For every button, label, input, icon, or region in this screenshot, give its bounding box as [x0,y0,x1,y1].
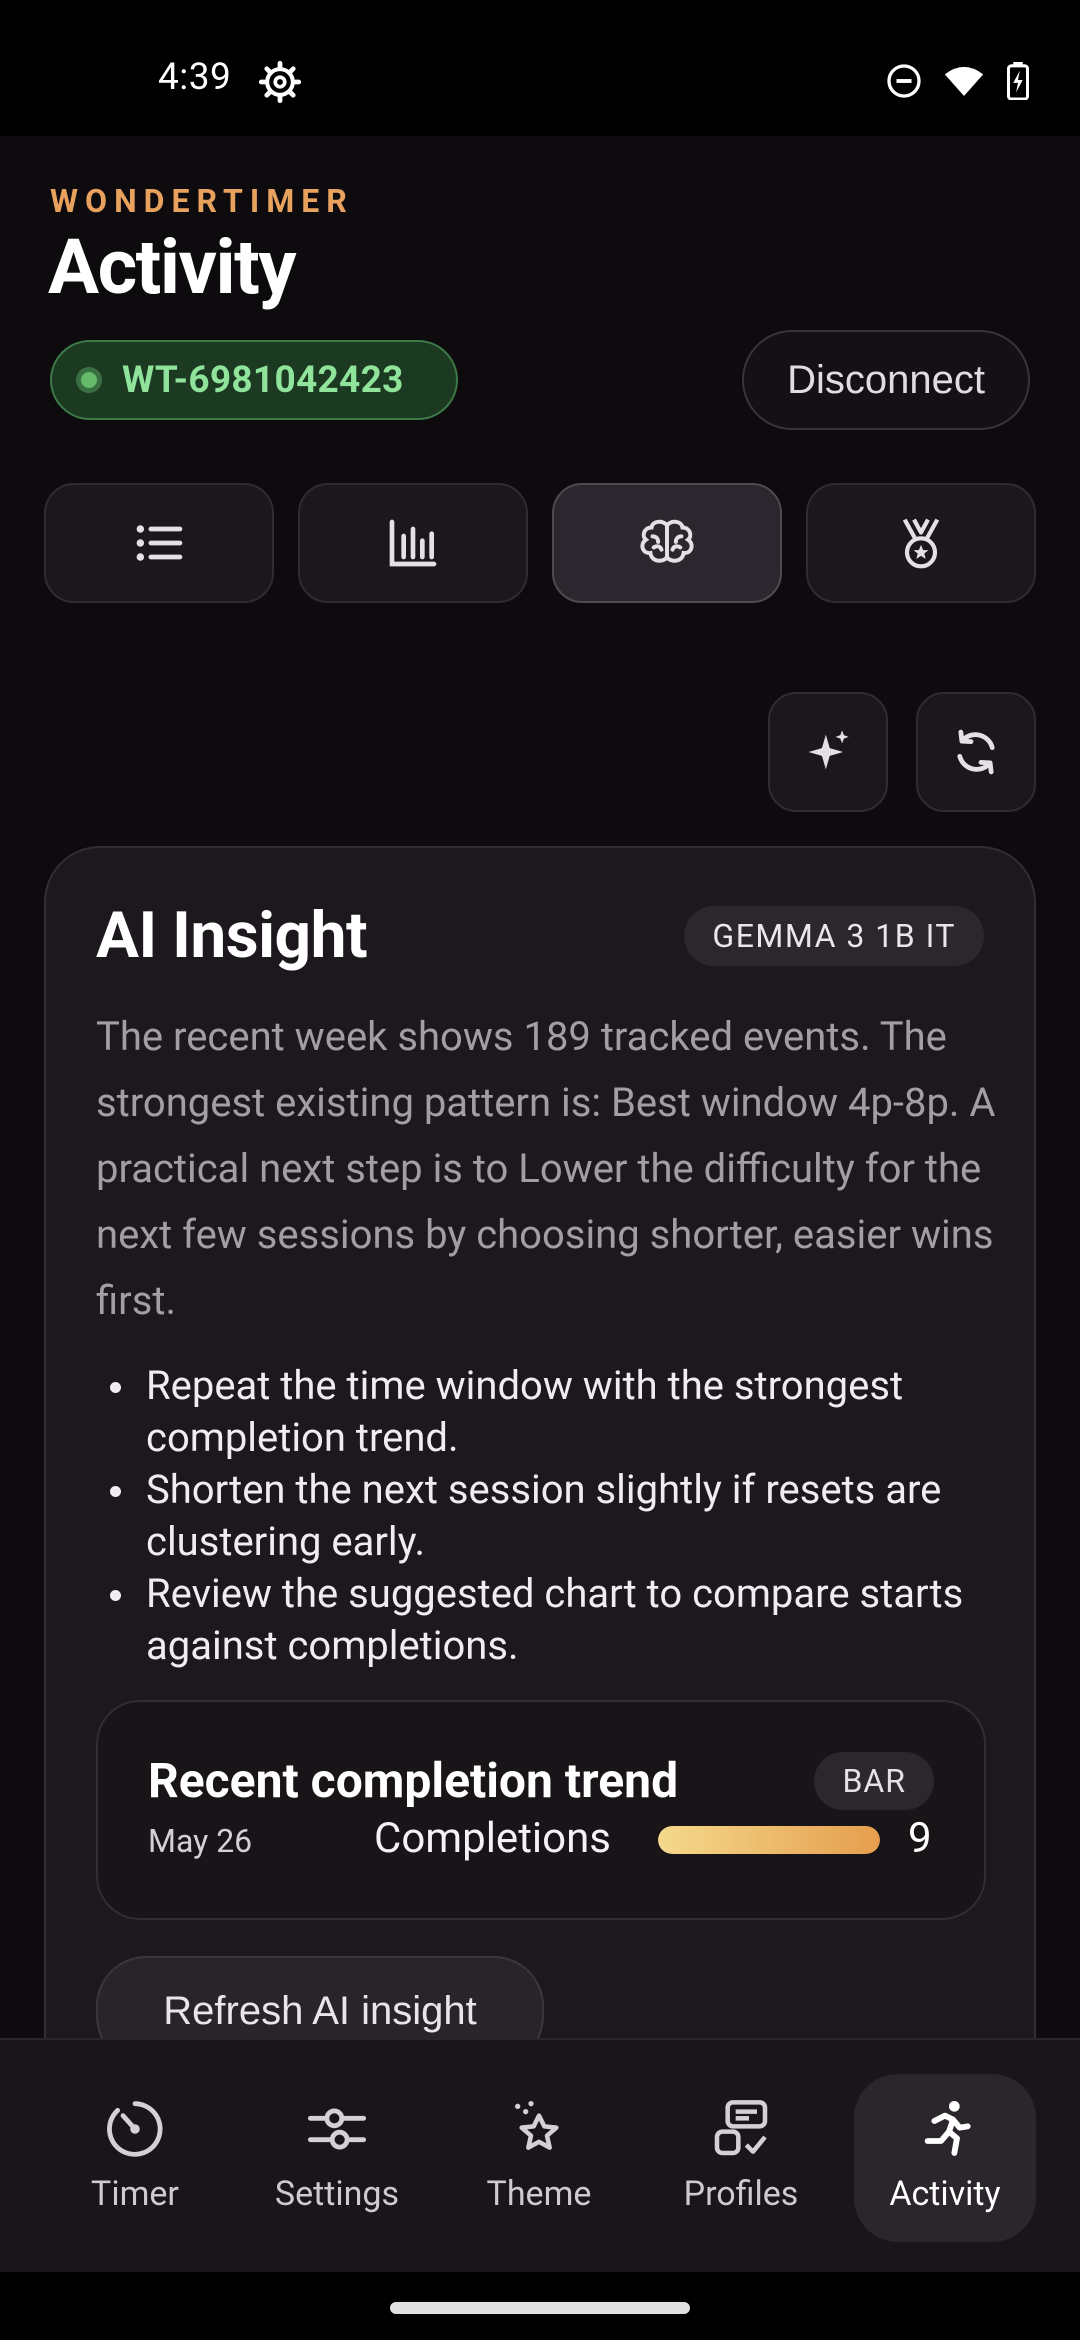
wifi-icon [944,66,984,96]
insight-title: AI Insight [96,898,368,973]
bottom-navigation: Timer Settings Theme Profiles Activity [0,2038,1080,2272]
sliders-icon [307,2108,367,2150]
nav-label: Settings [274,2174,400,2214]
insight-summary: The recent week shows 189 tracked events… [96,1013,996,1324]
battery-charging-icon [1006,62,1030,100]
activity-screen: WONDERTIMER Activity WT-6981042423 Disco… [0,136,1080,2038]
ai-insight-card: AI Insight GEMMA 3 1B IT The recent week… [44,846,1036,2038]
chart-type-badge: BAR [814,1752,934,1810]
completion-trend-card: Recent completion trend BAR May 26 Compl… [96,1700,986,1920]
profiles-icon [714,2100,768,2156]
status-time: 4:39 [158,56,232,99]
nav-activity[interactable]: Activity [854,2074,1036,2242]
tab-stats[interactable] [298,483,528,603]
sparkle-icon [808,730,849,770]
device-id: WT-6981042423 [122,358,404,402]
reload-button[interactable] [916,692,1036,812]
completions-bar [658,1826,880,1854]
list-item: Repeat the time window with the stronges… [96,1360,996,1464]
tab-achievements[interactable] [806,483,1036,603]
insight-bullets: Repeat the time window with the stronges… [96,1360,996,1672]
nav-label: Activity [889,2174,1001,2214]
nav-theme[interactable]: Theme [448,2074,630,2242]
connected-dot-icon [76,367,102,393]
trend-series-label: Completions [374,1814,611,1863]
completions-value: 9 [908,1814,932,1863]
list-item: Shorten the next session slightly if res… [96,1464,996,1568]
settings-gear-icon [258,60,302,104]
brain-icon [640,519,694,563]
device-status-badge: WT-6981042423 [50,340,458,420]
timer-icon [107,2101,163,2157]
refresh-icon [957,729,995,775]
trend-date: May 26 [148,1822,253,1860]
do-not-disturb-icon [887,64,921,98]
nav-settings[interactable]: Settings [246,2074,428,2242]
tab-list[interactable] [44,483,274,603]
status-bar: 4:39 [0,0,1080,136]
nav-label: Timer [91,2174,179,2214]
gesture-bar-area [0,2272,1080,2340]
running-icon [924,2101,971,2156]
tab-ai-insight[interactable] [552,483,782,603]
completions-bar-fill [658,1826,880,1854]
trend-title: Recent completion trend [148,1752,679,1809]
generate-insight-button[interactable] [768,692,888,812]
home-gesture-handle[interactable] [390,2302,690,2314]
medal-icon [902,518,940,569]
model-badge: GEMMA 3 1B IT [684,906,984,966]
list-item: Review the suggested chart to compare st… [96,1568,996,1672]
disconnect-button[interactable]: Disconnect [742,330,1030,430]
app-brand: WONDERTIMER [50,182,354,220]
page-title: Activity [48,222,297,312]
nav-profiles[interactable]: Profiles [650,2074,832,2242]
nav-label: Theme [486,2174,592,2214]
refresh-ai-insight-button[interactable]: Refresh AI insight [96,1956,544,2038]
nav-label: Profiles [683,2174,799,2214]
list-icon [136,525,183,561]
activity-tabs [44,483,1036,603]
bar-chart-icon [389,519,437,567]
nav-timer[interactable]: Timer [44,2074,226,2242]
theme-icon [515,2101,559,2150]
